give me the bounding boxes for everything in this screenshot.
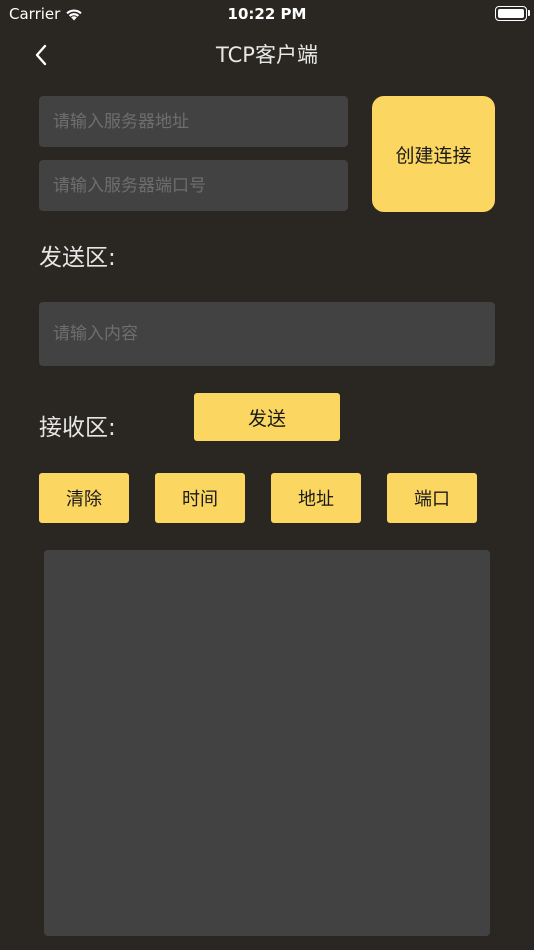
create-connection-button[interactable]: 创建连接 [372,96,495,212]
clear-button[interactable]: 清除 [39,473,129,523]
page-title: TCP客户端 [216,43,318,67]
receive-area-label: 接收区: [39,415,116,441]
receive-content-area[interactable] [44,550,490,936]
battery-tip [528,10,530,16]
time-toggle-button[interactable]: 时间 [155,473,245,523]
port-toggle-button[interactable]: 端口 [387,473,477,523]
send-content-input[interactable] [39,302,495,366]
server-port-input[interactable] [39,160,348,211]
battery-icon [495,6,527,21]
address-toggle-button[interactable]: 地址 [271,473,361,523]
status-time: 10:22 PM [227,5,307,23]
send-button[interactable]: 发送 [194,393,340,441]
send-area-label: 发送区: [39,245,116,271]
server-address-input[interactable] [39,96,348,147]
